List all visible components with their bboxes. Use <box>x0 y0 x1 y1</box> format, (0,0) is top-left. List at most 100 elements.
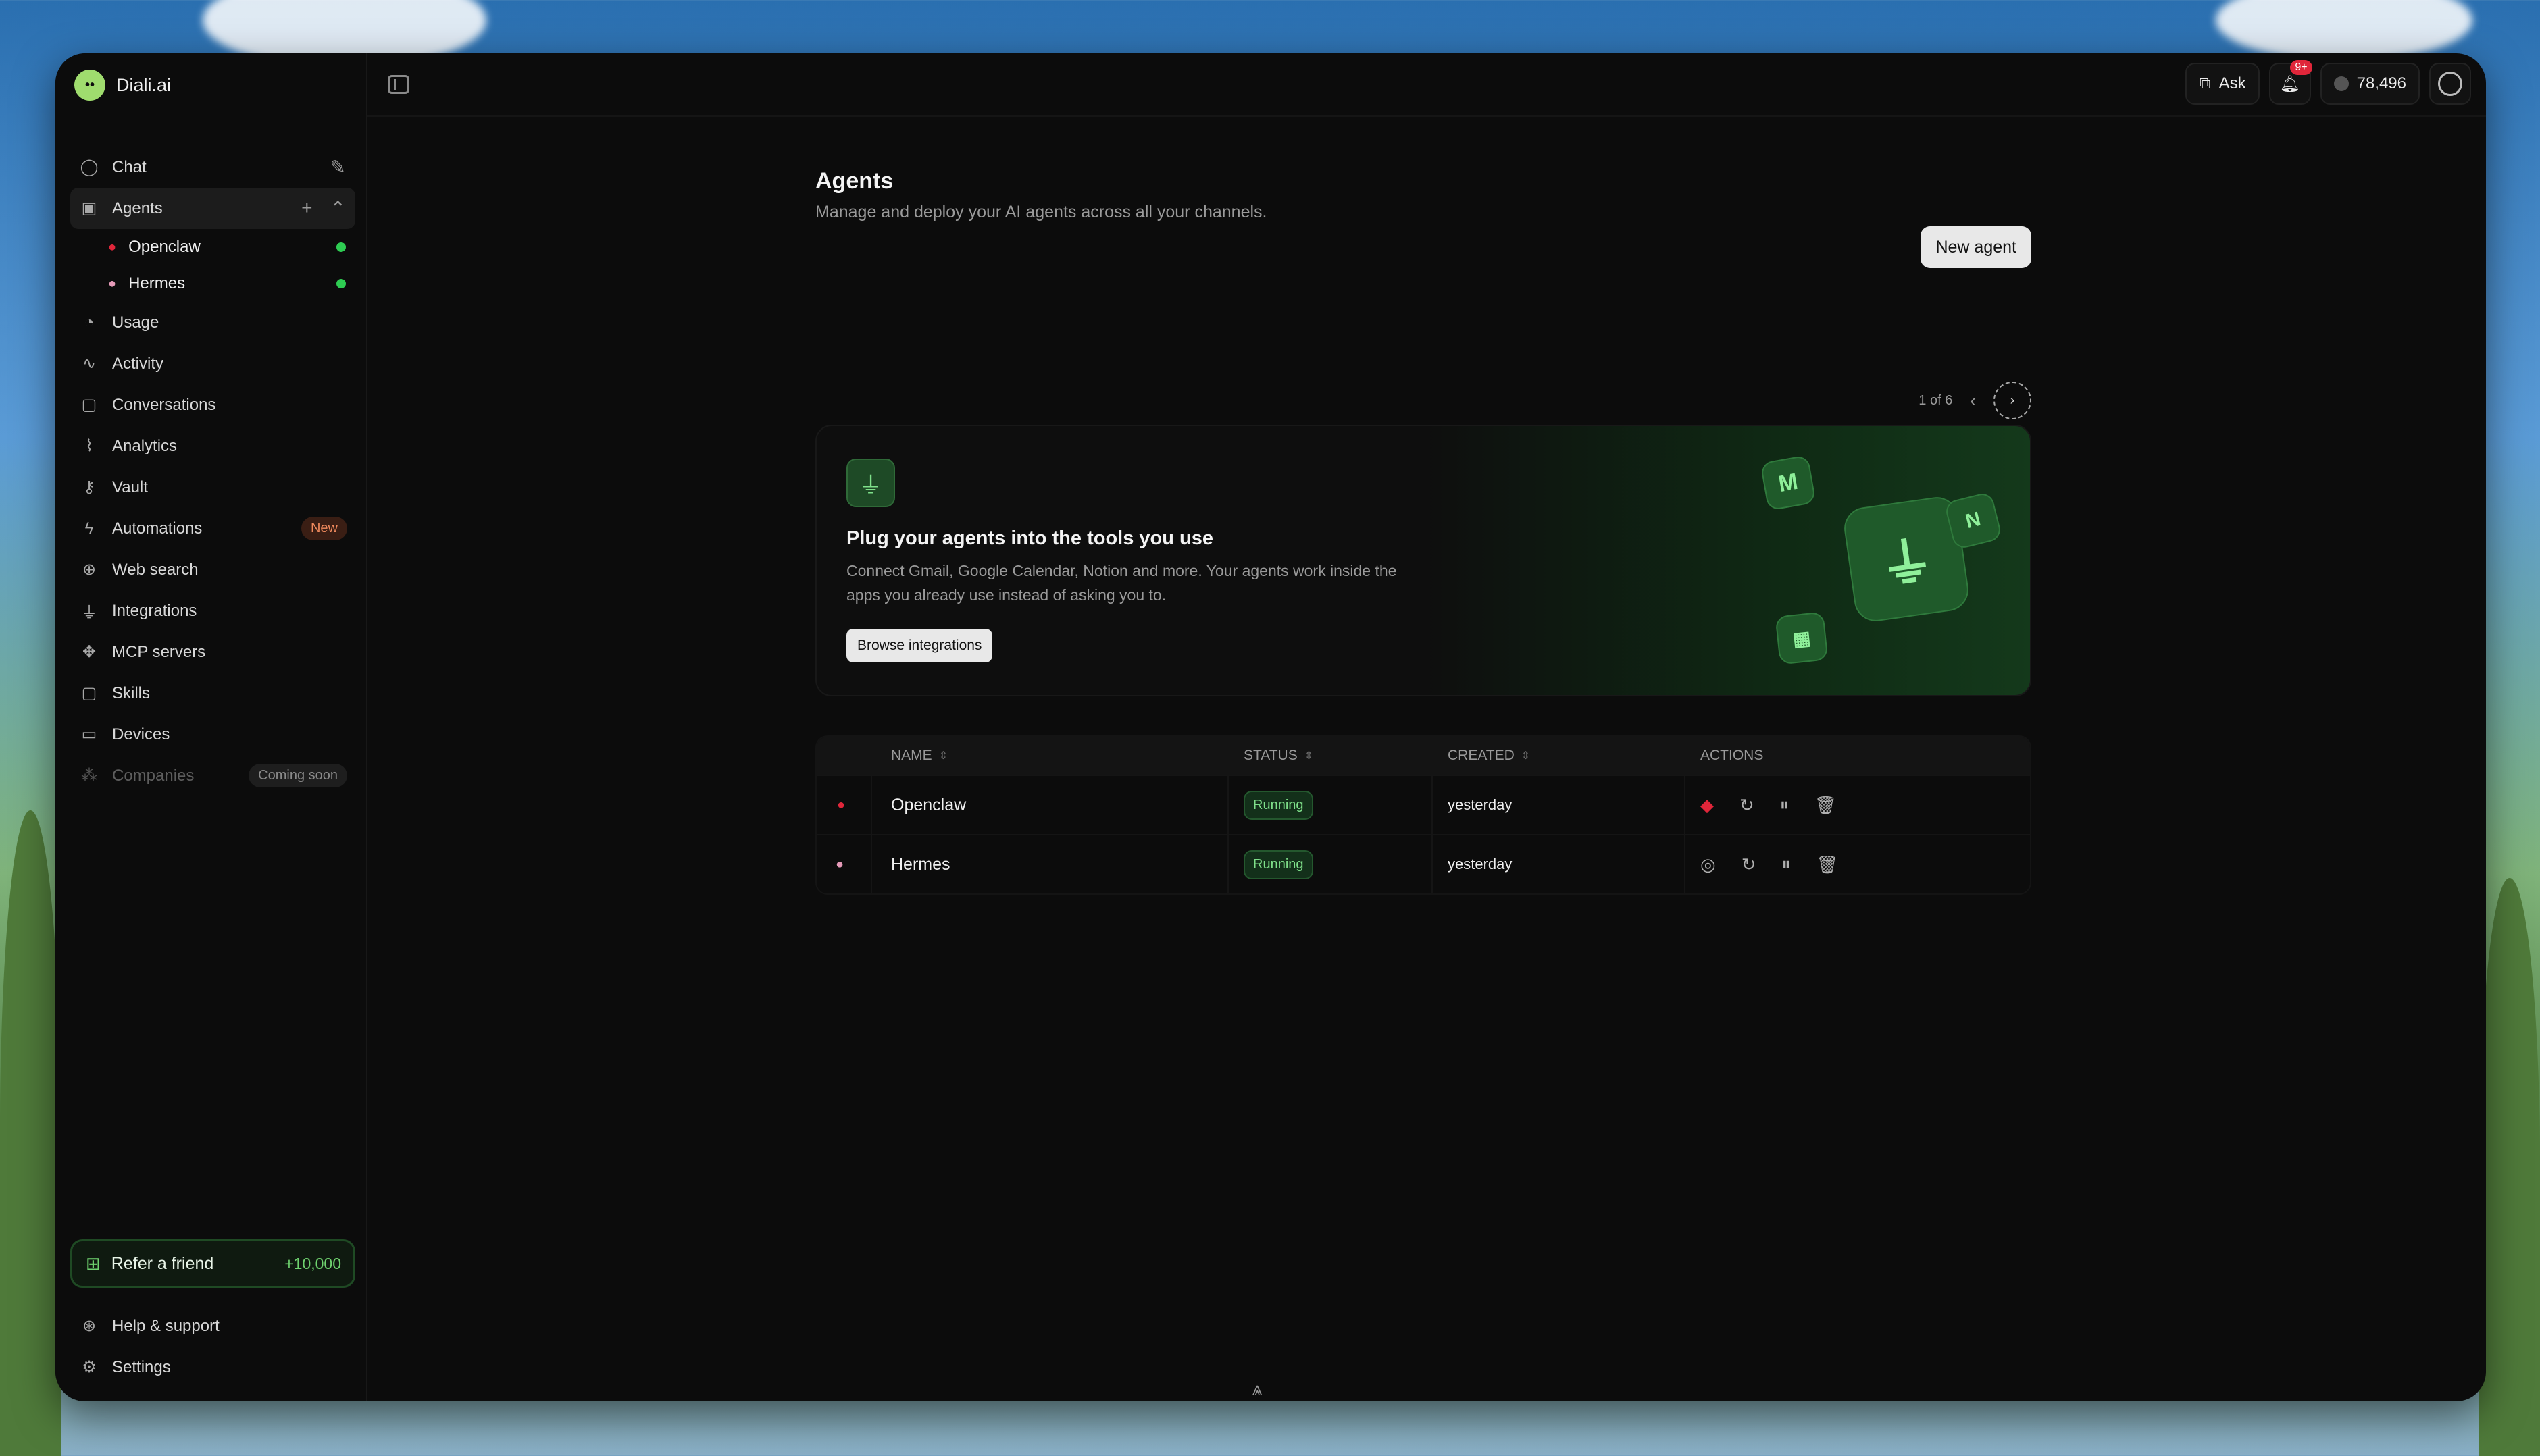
refer-friend-button[interactable]: ⊞ Refer a friend +10,000 <box>70 1239 355 1288</box>
sidebar-item-label: Agents <box>112 199 163 217</box>
sidebar-item-help[interactable]: ⊛ Help & support <box>70 1305 355 1347</box>
column-divider <box>1227 835 1229 893</box>
sidebar-item-analytics[interactable]: ⌇ Analytics <box>70 425 355 467</box>
companies-icon: ⁂ <box>81 766 97 785</box>
sidebar-item-label: Settings <box>112 1357 171 1376</box>
globe-icon: ⊕ <box>82 561 97 579</box>
trash-icon[interactable]: 🗑︎ <box>1814 795 1837 816</box>
hermes-icon: ● <box>108 276 117 291</box>
sidebar-item-label: Automations <box>112 519 203 538</box>
sidebar: •• Diali.ai ◯ Chat ✎ ▣ Agents + ⌃ ● Open… <box>55 53 367 1401</box>
app-window: •• Diali.ai ◯ Chat ✎ ▣ Agents + ⌃ ● Open… <box>55 53 2486 1401</box>
plug-icon: ⏚ <box>846 459 895 507</box>
notifications-button[interactable]: 🔔︎ 9+ <box>2268 60 2312 105</box>
sidebar-item-integrations[interactable]: ⏚ Integrations <box>70 590 355 631</box>
column-header-label: ACTIONS <box>1700 748 1764 763</box>
sidebar-item-label: Conversations <box>112 395 216 414</box>
brand[interactable]: •• Diali.ai <box>74 70 171 101</box>
sidebar-item-web-search[interactable]: ⊕ Web search <box>70 549 355 590</box>
ask-icon: ⧉ <box>2199 74 2211 93</box>
account-button[interactable] <box>2429 63 2471 105</box>
agents-icon: ▣ <box>81 199 97 217</box>
mcp-icon: ✥ <box>82 643 97 661</box>
hermes-icon: ● <box>836 856 844 872</box>
sidebar-item-conversations[interactable]: ▢ Conversations <box>70 384 355 425</box>
pause-icon[interactable]: ⏸ <box>1780 794 1789 816</box>
sidebar-item-companies: ⁂ Companies Coming soon <box>70 755 355 796</box>
brand-name: Diali.ai <box>116 74 172 95</box>
column-divider <box>1431 835 1433 893</box>
sidebar-item-vault[interactable]: ⚷ Vault <box>70 467 355 508</box>
restart-icon[interactable]: ↻ <box>1742 854 1756 875</box>
channel-icon[interactable]: ◎ <box>1700 854 1716 875</box>
sidebar-item-usage[interactable]: ◔ Usage <box>70 302 355 343</box>
browse-integrations-button[interactable]: Browse integrations <box>846 629 993 662</box>
channel-icon[interactable]: ◆ <box>1700 795 1714 816</box>
column-header-name[interactable]: NAME ⇕ <box>891 748 948 764</box>
sidebar-agent-label: Hermes <box>128 274 186 292</box>
promo-description: Connect Gmail, Google Calendar, Notion a… <box>846 562 1397 604</box>
help-icon: ⊛ <box>82 1317 97 1335</box>
background-cloud <box>2216 0 2472 61</box>
sidebar-item-automations[interactable]: ϟ Automations New <box>70 508 355 549</box>
new-chat-icon[interactable]: ✎ <box>330 156 346 178</box>
pager-count: 1 of 6 <box>1919 392 1953 408</box>
user-icon <box>2438 72 2462 96</box>
sidebar-item-settings[interactable]: ⚙ Settings <box>70 1347 355 1388</box>
pulse-icon: ∿ <box>82 355 97 373</box>
promo-title: Plug your agents into the tools you use <box>846 527 1213 549</box>
column-divider <box>1684 776 1685 834</box>
credits-button[interactable]: 78,496 <box>2320 63 2420 105</box>
trash-icon[interactable]: 🗑︎ <box>1817 854 1839 875</box>
restart-icon[interactable]: ↻ <box>1739 795 1754 816</box>
chevron-left-icon[interactable]: ‹ <box>1970 390 1976 411</box>
sidebar-item-label: MCP servers <box>112 642 206 661</box>
bell-icon: 🔔︎ <box>2279 74 2300 93</box>
credits-value: 78,496 <box>2356 74 2406 93</box>
sidebar-nav: ◯ Chat ✎ ▣ Agents + ⌃ ● Openclaw ● Herme… <box>70 147 355 796</box>
topbar-actions: ⧉ Ask 🔔︎ 9+ 78,496 <box>2185 60 2471 105</box>
pause-icon[interactable]: ⏸ <box>1781 854 1790 875</box>
sidebar-item-label: Companies <box>112 766 195 785</box>
header-divider <box>367 115 2486 117</box>
gear-icon: ⚙ <box>82 1358 97 1376</box>
table-row[interactable]: ● Openclaw Running yesterday ◆ ↻ ⏸ 🗑︎ <box>817 775 2030 834</box>
sort-icon: ⇕ <box>1304 750 1314 762</box>
toggle-sidebar-icon[interactable] <box>388 75 409 94</box>
page-subtitle: Manage and deploy your AI agents across … <box>815 203 1267 222</box>
sidebar-item-label: Usage <box>112 313 159 332</box>
new-agent-button[interactable]: New agent <box>1921 226 2031 268</box>
table-row[interactable]: ● Hermes Running yesterday ◎ ↻ ⏸ 🗑︎ <box>817 834 2030 893</box>
agent-name[interactable]: Hermes <box>891 855 950 875</box>
sidebar-item-mcp-servers[interactable]: ✥ MCP servers <box>70 631 355 673</box>
sidebar-agent-hermes[interactable]: ● Hermes <box>70 265 355 302</box>
credits-icon <box>2333 76 2349 91</box>
promo-pager: 1 of 6 ‹ › <box>1919 382 2031 419</box>
column-header-created[interactable]: CREATED ⇕ <box>1448 748 1530 764</box>
sidebar-item-activity[interactable]: ∿ Activity <box>70 343 355 384</box>
plug-icon: ⏚ <box>81 604 97 622</box>
chevron-up-icon[interactable]: ⌃ <box>330 197 346 219</box>
ask-button[interactable]: ⧉ Ask <box>2185 63 2260 105</box>
sidebar-item-chat[interactable]: ◯ Chat ✎ <box>70 147 355 188</box>
add-agent-icon[interactable]: + <box>301 197 312 219</box>
column-header-status[interactable]: STATUS ⇕ <box>1244 748 1313 764</box>
calendar-icon: ▦ <box>1775 611 1829 665</box>
refer-bonus: +10,000 <box>284 1254 341 1272</box>
created-date: yesterday <box>1448 856 1513 873</box>
sidebar-item-skills[interactable]: ▢ Skills <box>70 673 355 714</box>
sidebar-item-label: Chat <box>112 157 147 176</box>
sidebar-agent-openclaw[interactable]: ● Openclaw <box>70 229 355 265</box>
sidebar-agent-label: Openclaw <box>128 238 201 256</box>
sidebar-item-agents[interactable]: ▣ Agents + ⌃ <box>70 188 355 229</box>
sidebar-item-label: Skills <box>112 683 151 702</box>
agent-name[interactable]: Openclaw <box>891 796 966 815</box>
column-divider <box>1684 835 1685 893</box>
sidebar-item-devices[interactable]: ▭ Devices <box>70 714 355 755</box>
gift-icon: ⊞ <box>86 1253 101 1274</box>
background-hill <box>2479 878 2540 1456</box>
sidebar-item-label: Devices <box>112 725 170 744</box>
chevron-right-icon[interactable]: › <box>1993 382 2031 419</box>
agents-table: NAME ⇕ STATUS ⇕ CREATED ⇕ ACTIONS ● Open… <box>815 735 2031 895</box>
table-header: NAME ⇕ STATUS ⇕ CREATED ⇕ ACTIONS <box>817 737 2030 775</box>
